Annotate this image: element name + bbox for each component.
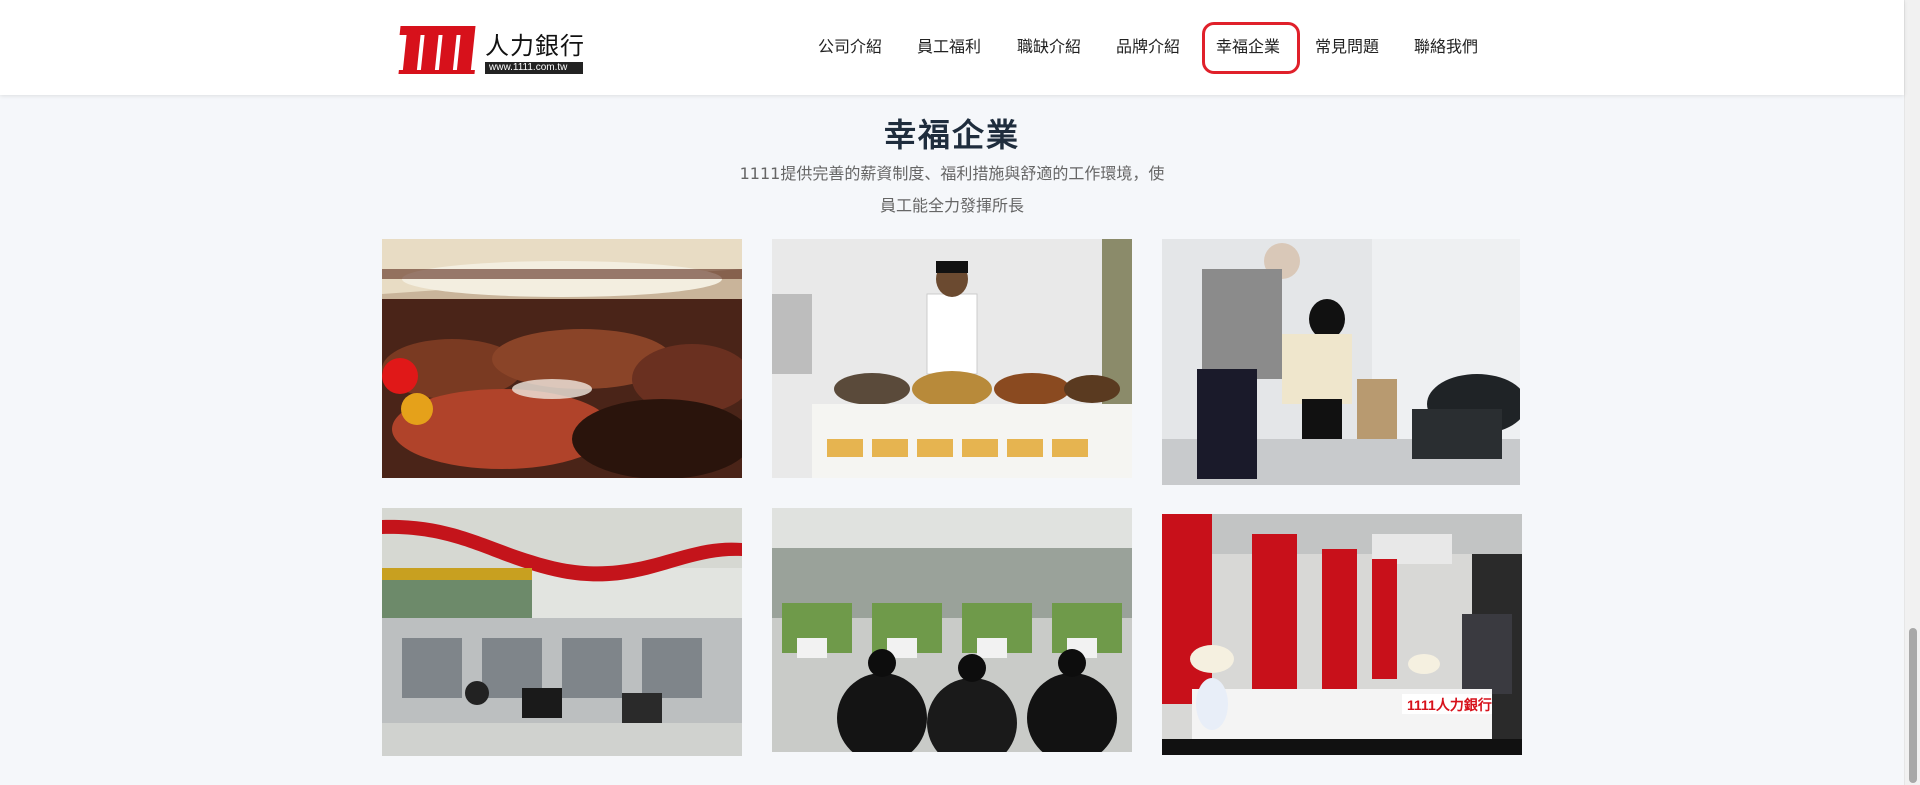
- reception-sign-text: 1111人力銀行: [1407, 697, 1492, 713]
- main-nav: 公司介紹 員工福利 職缺介紹 品牌介紹 幸福企業 常見問題 聯絡我們: [0, 0, 1904, 95]
- nav-job-openings[interactable]: 職缺介紹: [1017, 36, 1081, 58]
- photo-year-end-banquet: [382, 239, 742, 478]
- section-subtitle: 1111提供完善的薪資制度、福利措施與舒適的工作環境，使 員工能全力發揮所長: [720, 158, 1184, 222]
- section-title: 幸福企業: [883, 116, 1020, 154]
- photo-massage-service: [1162, 239, 1520, 485]
- nav-faq[interactable]: 常見問題: [1315, 36, 1379, 58]
- nav-contact-us[interactable]: 聯絡我們: [1414, 36, 1478, 58]
- nav-company-intro[interactable]: 公司介紹: [818, 36, 882, 58]
- page-scrollbar[interactable]: [1904, 0, 1920, 785]
- subtitle-line-1: 1111提供完善的薪資制度、福利措施與舒適的工作環境，使: [739, 164, 1165, 183]
- photo-chef-buffet: [772, 239, 1132, 478]
- photo-reception-lobby: 1111人力銀行: [1162, 514, 1522, 755]
- active-nav-highlight: [1202, 22, 1300, 74]
- nav-brand-intro[interactable]: 品牌介紹: [1116, 36, 1180, 58]
- photo-call-center-office: [772, 508, 1132, 752]
- photo-office-cubicles: [382, 508, 742, 756]
- nav-employee-benefits[interactable]: 員工福利: [917, 36, 981, 58]
- scrollbar-thumb[interactable]: [1909, 628, 1917, 783]
- subtitle-line-2: 員工能全力發揮所長: [879, 196, 1024, 215]
- site-header: 人力銀行 www.1111.com.tw 公司介紹 員工福利 職缺介紹 品牌介紹…: [0, 0, 1904, 95]
